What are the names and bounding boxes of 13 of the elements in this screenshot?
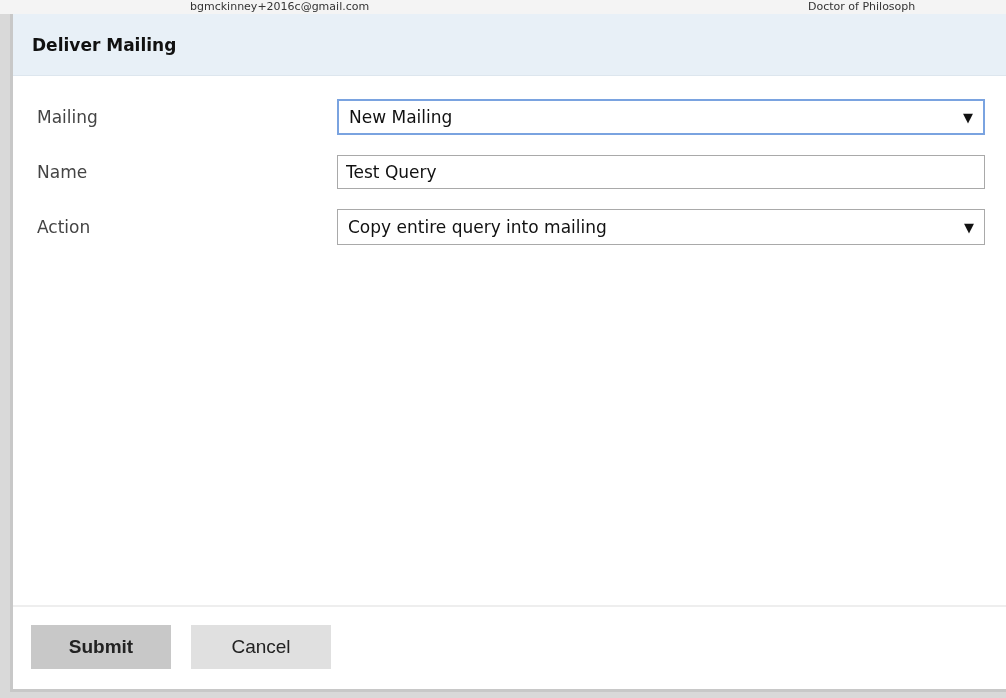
dropdown[interactable]: Copy entire query into mailing ▼	[337, 209, 985, 245]
field-label: Action	[37, 217, 92, 237]
submit-button[interactable]: Submit	[31, 625, 171, 669]
input-field[interactable]: Test Query	[337, 155, 985, 189]
cancel-button[interactable]: Cancel	[191, 625, 331, 669]
field-label: Mailing	[37, 107, 99, 127]
email-text: bgmckinney+2016c@gmail.com	[190, 0, 370, 14]
dropdown-arrow-icon: ▼	[963, 109, 973, 125]
field-label: Name	[37, 162, 89, 182]
dialog-title: Deliver Mailing	[32, 34, 177, 55]
degree-text: Doctor of Philosoph	[808, 0, 916, 14]
dropdown-arrow-icon: ▼	[964, 219, 974, 235]
dropdown[interactable]: New Mailing ▼	[337, 99, 985, 135]
